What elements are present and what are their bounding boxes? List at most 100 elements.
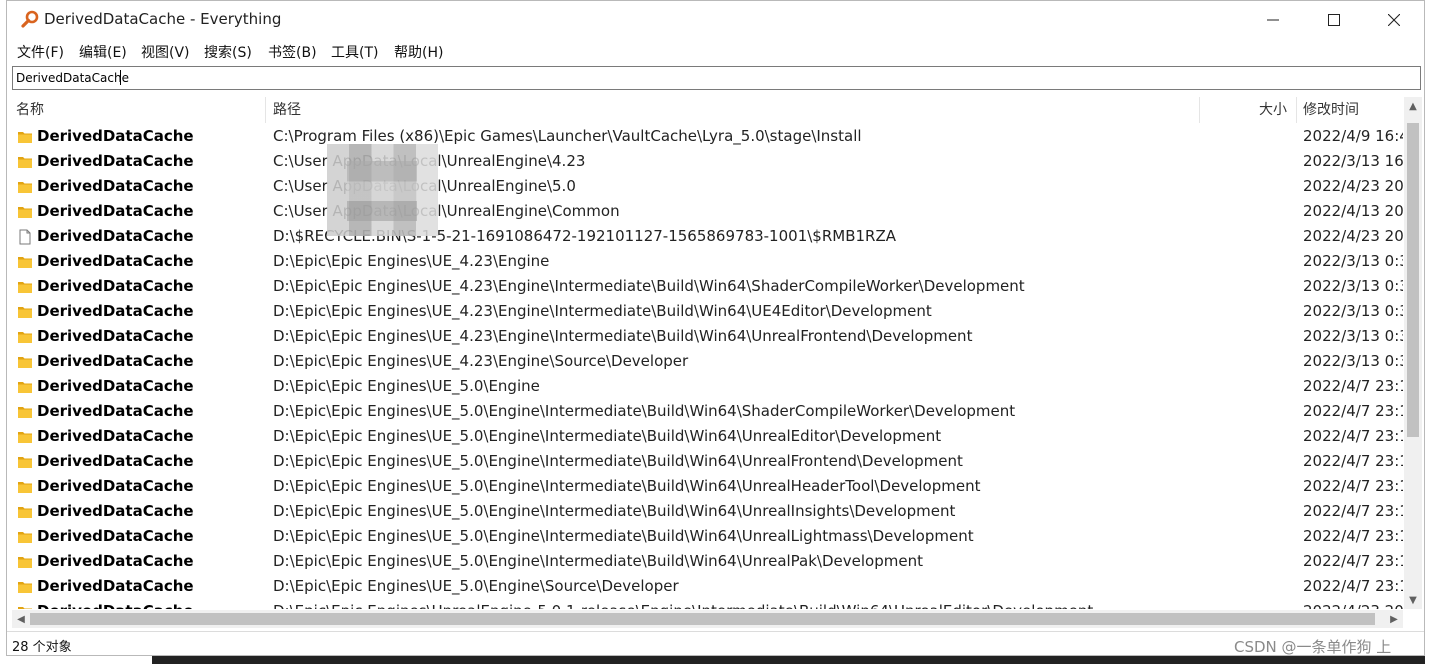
folder-icon [17, 279, 33, 295]
result-path: D:\Epic\Epic Engines\UE_4.23\Engine [273, 252, 550, 270]
column-divider[interactable] [1296, 97, 1297, 123]
folder-icon [17, 179, 33, 195]
scroll-down-icon[interactable]: ▼ [1404, 591, 1422, 609]
menu-search[interactable]: 搜索(S) [204, 42, 252, 62]
column-header-path[interactable]: 路径 [273, 97, 301, 123]
result-modified: 2022/4/9 16:4 [1303, 127, 1403, 145]
result-path: D:\Epic\Epic Engines\UE_5.0\Engine\Inter… [273, 427, 942, 445]
result-name: DerivedDataCache [37, 552, 194, 570]
result-path: D:\Epic\Epic Engines\UE_4.23\Engine\Inte… [273, 327, 973, 345]
result-row[interactable]: DerivedDataCache D:\Epic\Epic Engines\UE_… [12, 549, 1403, 574]
result-modified: 2022/4/7 23:1 [1303, 452, 1403, 470]
privacy-mosaic [347, 161, 417, 221]
result-row[interactable]: DerivedDataCache D:\Epic\Epic Engines\UE_… [12, 374, 1403, 399]
result-modified: 2022/4/7 23:1 [1303, 502, 1403, 520]
column-divider[interactable] [265, 97, 266, 123]
menu-file[interactable]: 文件(F) [17, 42, 64, 62]
result-row[interactable]: DerivedDataCache D:\Epic\Epic Engines\UE_… [12, 574, 1403, 599]
result-name: DerivedDataCache [37, 527, 194, 545]
result-row[interactable]: DerivedDataCache D:\Epic\Epic Engines\UE_… [12, 274, 1403, 299]
folder-icon [17, 529, 33, 545]
result-row[interactable]: DerivedDataCache D:\Epic\Epic Engines\UE_… [12, 324, 1403, 349]
result-row[interactable]: DerivedDataCache D:\Epic\Epic Engines\UE_… [12, 299, 1403, 324]
horizontal-scroll-thumb[interactable] [30, 613, 1375, 625]
result-path: D:\Epic\Epic Engines\UE_4.23\Engine\Inte… [273, 277, 1025, 295]
scroll-left-icon[interactable]: ◀ [12, 610, 30, 628]
object-count: 28 个对象 [12, 640, 72, 655]
result-name: DerivedDataCache [37, 227, 194, 245]
column-header-modified[interactable]: 修改时间 [1303, 97, 1359, 123]
folder-icon [17, 354, 33, 370]
result-name: DerivedDataCache [37, 427, 194, 445]
result-row[interactable]: DerivedDataCache C:\User AppData\Local\Un… [12, 199, 1403, 224]
result-name: DerivedDataCache [37, 402, 194, 420]
result-modified: 2022/3/13 16: [1303, 152, 1403, 170]
result-name: DerivedDataCache [37, 502, 194, 520]
column-divider[interactable] [1199, 97, 1200, 123]
menu-help[interactable]: 帮助(H) [394, 42, 443, 62]
watermark: CSDN @一条单作狗 上 [1234, 638, 1392, 656]
result-row[interactable]: DerivedDataCache D:\Epic\Epic Engines\UE_… [12, 474, 1403, 499]
result-path: D:\Epic\Epic Engines\UE_5.0\Engine\Inter… [273, 452, 963, 470]
folder-icon [17, 604, 33, 609]
folder-icon [17, 254, 33, 270]
result-row[interactable]: DerivedDataCache D:\Epic\Epic Engines\UE_… [12, 349, 1403, 374]
result-row[interactable]: DerivedDataCache D:\Epic\Epic Engines\UE_… [12, 499, 1403, 524]
result-modified: 2022/3/13 0:3 [1303, 352, 1403, 370]
result-name: DerivedDataCache [37, 327, 194, 345]
search-input[interactable]: DerivedDataCache [12, 66, 1421, 90]
result-name: DerivedDataCache [37, 477, 194, 495]
result-path: D:\Epic\Epic Engines\UE_5.0\Engine\Inter… [273, 502, 956, 520]
result-row[interactable]: DerivedDataCache C:\Program Files (x86)\E… [12, 124, 1403, 149]
minimize-button[interactable] [1244, 1, 1302, 39]
vertical-scrollbar[interactable]: ▲ ▼ [1404, 97, 1422, 609]
result-row[interactable]: DerivedDataCache D:\Epic\Epic Engines\UE_… [12, 399, 1403, 424]
result-row[interactable]: DerivedDataCache C:\User AppData\Local\Un… [12, 149, 1403, 174]
result-row[interactable]: DerivedDataCache D:\Epic\Epic Engines\UE_… [12, 449, 1403, 474]
column-header-size[interactable]: 大小 [1259, 97, 1287, 123]
scroll-right-icon[interactable]: ▶ [1385, 610, 1403, 628]
menu-bookmarks[interactable]: 书签(B) [268, 42, 317, 62]
folder-icon [17, 154, 33, 170]
everything-window: DerivedDataCache - Everything 文件(F) 编辑(E… [6, 0, 1425, 656]
vertical-scroll-thumb[interactable] [1407, 123, 1419, 437]
result-path: C:\User AppData\Local\UnrealEngine\Commo… [273, 202, 620, 220]
menu-view[interactable]: 视图(V) [141, 42, 190, 62]
scroll-up-icon[interactable]: ▲ [1404, 97, 1422, 115]
result-row[interactable]: DerivedDataCache D:\$RECYCLE.BIN\S-1-5-21… [12, 224, 1403, 249]
close-button[interactable] [1365, 1, 1423, 39]
result-name: DerivedDataCache [37, 352, 194, 370]
folder-icon [17, 454, 33, 470]
results-header: 名称 路径 大小 修改时间 [12, 97, 1403, 123]
result-row[interactable]: DerivedDataCache D:\Epic\Epic Engines\Unr… [12, 599, 1403, 609]
folder-icon [17, 304, 33, 320]
result-path: D:\Epic\Epic Engines\UE_5.0\Engine\Inter… [273, 552, 923, 570]
result-row[interactable]: DerivedDataCache D:\Epic\Epic Engines\UE_… [12, 524, 1403, 549]
window-title: DerivedDataCache - Everything [44, 10, 282, 28]
result-modified: 2022/4/23 20: [1303, 227, 1403, 245]
result-path: D:\Epic\Epic Engines\UE_4.23\Engine\Sour… [273, 352, 689, 370]
result-modified: 2022/4/7 23:1 [1303, 377, 1403, 395]
menu-tools[interactable]: 工具(T) [331, 42, 378, 62]
title-bar[interactable]: DerivedDataCache - Everything [7, 1, 1424, 39]
everything-app-icon [20, 10, 40, 30]
result-row[interactable]: DerivedDataCache D:\Epic\Epic Engines\UE_… [12, 424, 1403, 449]
folder-icon [17, 129, 33, 145]
background-window-strip [152, 656, 1425, 664]
result-name: DerivedDataCache [37, 302, 194, 320]
result-name: DerivedDataCache [37, 252, 194, 270]
result-modified: 2022/3/13 0:3 [1303, 302, 1403, 320]
result-modified: 2022/4/7 23:1 [1303, 402, 1403, 420]
horizontal-scrollbar[interactable]: ◀ ▶ [12, 610, 1403, 628]
menu-edit[interactable]: 编辑(E) [79, 42, 127, 62]
result-modified: 2022/4/7 23:1 [1303, 427, 1403, 445]
result-row[interactable]: DerivedDataCache C:\User AppData\Local\Un… [12, 174, 1403, 199]
result-row[interactable]: DerivedDataCache D:\Epic\Epic Engines\UE_… [12, 249, 1403, 274]
result-modified: 2022/4/7 23:1 [1303, 577, 1403, 595]
folder-icon [17, 379, 33, 395]
column-header-name[interactable]: 名称 [16, 97, 44, 123]
result-path: D:\Epic\Epic Engines\UE_5.0\Engine\Sourc… [273, 577, 679, 595]
result-modified: 2022/4/23 20: [1303, 177, 1403, 195]
result-path: D:\Epic\Epic Engines\UE_5.0\Engine [273, 377, 540, 395]
maximize-button[interactable] [1305, 1, 1363, 39]
